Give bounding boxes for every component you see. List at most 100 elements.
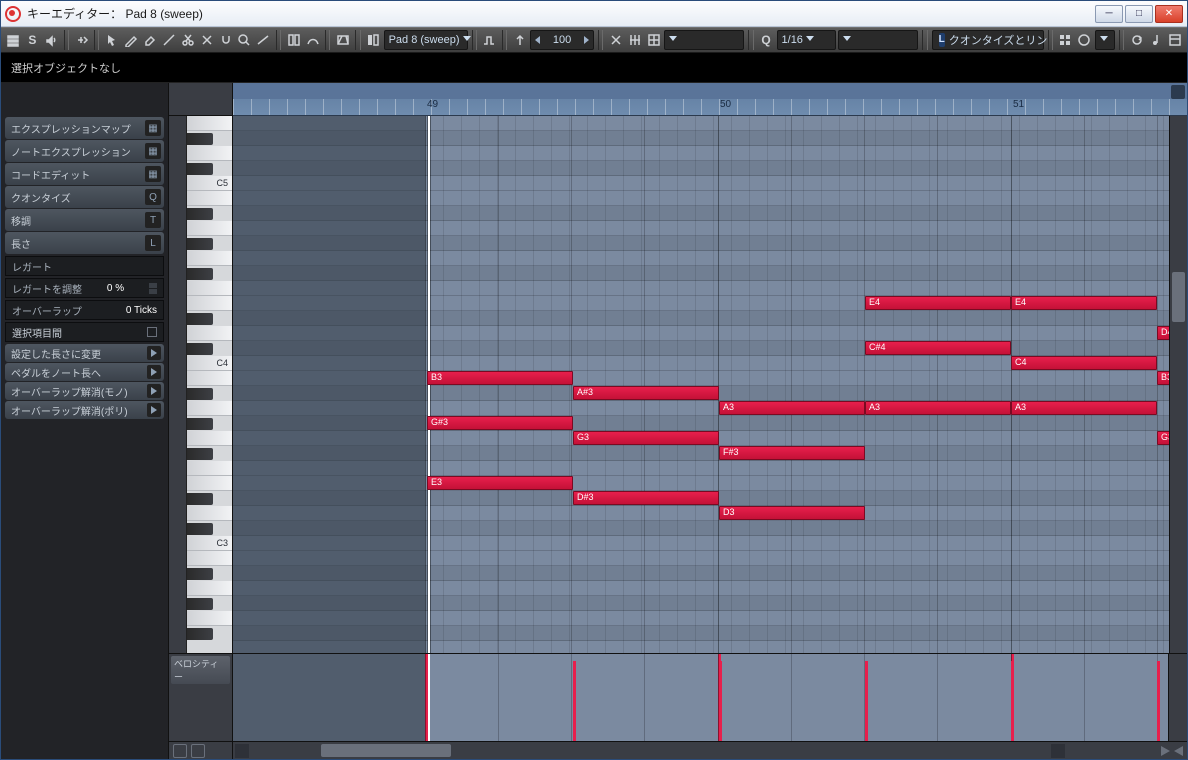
controller-lane-header[interactable]: ベロシティー — [169, 654, 233, 741]
velocity-lane[interactable] — [233, 654, 1169, 741]
midi-note[interactable]: D4 — [1157, 326, 1169, 340]
color-menu-icon[interactable] — [1076, 30, 1093, 50]
scrollbar-thumb[interactable] — [1172, 272, 1185, 322]
section-toggle-icon[interactable]: ▦ — [145, 120, 161, 136]
inspector-section[interactable]: エクスプレッションマップ▦ — [5, 117, 164, 139]
between-selected-dropdown[interactable]: 選択項目間 — [5, 322, 164, 342]
midi-note[interactable]: E4 — [865, 296, 1011, 310]
midi-note[interactable]: G#3 — [427, 416, 573, 430]
zoom-horizontal-icon[interactable] — [1161, 746, 1170, 756]
legato-adjust-row[interactable]: レガートを調整 0 % — [5, 278, 164, 298]
inspector-action[interactable]: オーバーラップ解消(モノ) — [5, 382, 164, 400]
midi-note[interactable]: B3 — [1157, 371, 1169, 385]
midi-note[interactable]: A3 — [865, 401, 1011, 415]
window-layout-icon[interactable] — [1166, 30, 1183, 50]
vertical-scrollbar[interactable] — [1169, 116, 1187, 653]
controller-lane-tools[interactable] — [1169, 654, 1187, 741]
midi-note[interactable]: B3 — [427, 371, 573, 385]
midi-note[interactable]: G3 — [1157, 431, 1169, 445]
event-colors-icon[interactable] — [1057, 30, 1074, 50]
current-part-field[interactable]: Pad 8 (sweep) — [384, 30, 468, 50]
trim-tool-icon[interactable] — [160, 30, 177, 50]
solo-icon[interactable]: S — [24, 30, 41, 50]
lane-presets-icon[interactable] — [191, 744, 205, 758]
note-grid[interactable]: B3G#3E3A#3G3D#3A3F#3D3E4C#4A3E4C4A3D4B3G… — [233, 116, 1169, 653]
inspector-section[interactable]: ノートエクスプレッション▦ — [5, 140, 164, 162]
inspector-section[interactable]: コードエディット▦ — [5, 163, 164, 185]
play-icon[interactable] — [147, 384, 161, 398]
inspector-section[interactable]: クオンタイズQ — [5, 186, 164, 208]
quantize-apply-icon[interactable]: Q — [758, 30, 775, 50]
titlebar[interactable]: キーエディター： Pad 8 (sweep) ─ □ ✕ — [1, 1, 1187, 27]
step-input-icon[interactable] — [481, 30, 498, 50]
maximize-button[interactable]: □ — [1125, 5, 1153, 23]
inspector-action[interactable]: オーバーラップ解消(ポリ) — [5, 401, 164, 419]
zoom-vertical-icon[interactable] — [1174, 746, 1183, 756]
scroll-left-icon[interactable] — [235, 744, 249, 758]
velocity-bar[interactable] — [1011, 661, 1014, 741]
close-button[interactable]: ✕ — [1155, 5, 1183, 23]
insert-velocity-field[interactable] — [530, 30, 594, 50]
split-tool-icon[interactable] — [179, 30, 196, 50]
section-toggle-icon[interactable]: ▦ — [145, 143, 161, 159]
midi-note[interactable]: F#3 — [719, 446, 865, 460]
mute-tool-icon[interactable] — [198, 30, 215, 50]
length-quantize-field[interactable]: L クオンタイズとリン — [932, 30, 1044, 50]
quantize-preset-field[interactable]: 1/16 — [777, 30, 837, 50]
erase-tool-icon[interactable] — [141, 30, 158, 50]
quantize-menu[interactable] — [838, 30, 918, 50]
play-icon[interactable] — [147, 403, 161, 417]
timewarp-icon[interactable] — [285, 30, 302, 50]
play-icon[interactable] — [147, 346, 161, 360]
inspector-section[interactable]: 移調T — [5, 209, 164, 231]
draw-tool-icon[interactable] — [122, 30, 139, 50]
autoscroll-icon[interactable] — [304, 30, 321, 50]
midi-note[interactable]: E3 — [427, 476, 573, 490]
midi-note[interactable]: C#4 — [865, 341, 1011, 355]
play-icon[interactable] — [147, 365, 161, 379]
velocity-bar[interactable] — [719, 661, 722, 741]
scrollbar-thumb[interactable] — [321, 744, 451, 757]
insert-velocity-icon[interactable] — [511, 30, 528, 50]
scroll-right-icon[interactable] — [1051, 744, 1065, 758]
zoom-tool-icon[interactable] — [236, 30, 253, 50]
midi-note[interactable]: E4 — [1011, 296, 1157, 310]
value-decrease-icon[interactable] — [535, 36, 540, 44]
insert-mode-icon[interactable] — [73, 30, 90, 50]
loop-icon[interactable] — [1128, 30, 1145, 50]
color-picker[interactable] — [1095, 30, 1115, 50]
horizontal-scrollbar[interactable] — [251, 742, 1049, 759]
midi-note[interactable]: C4 — [1011, 356, 1157, 370]
midi-note[interactable]: A3 — [1011, 401, 1157, 415]
velocity-bar[interactable] — [1157, 661, 1160, 741]
snap-toggle-icon[interactable] — [607, 30, 624, 50]
section-toggle-icon[interactable]: T — [145, 212, 161, 228]
section-toggle-icon[interactable]: Q — [145, 189, 161, 205]
section-toggle-icon[interactable]: L — [145, 235, 161, 251]
menu-icon[interactable] — [5, 30, 22, 50]
midi-note[interactable]: A3 — [719, 401, 865, 415]
snap-type-icon[interactable] — [626, 30, 643, 50]
section-toggle-icon[interactable]: ▦ — [145, 166, 161, 182]
inspector-section[interactable]: 長さL — [5, 232, 164, 254]
midi-note[interactable]: A#3 — [573, 386, 719, 400]
spinner-icon[interactable] — [149, 283, 157, 294]
insert-velocity-input[interactable] — [543, 34, 581, 46]
edit-active-part-icon[interactable] — [365, 30, 382, 50]
show-part-borders-icon[interactable] — [334, 30, 351, 50]
midi-note[interactable]: D#3 — [573, 491, 719, 505]
pointer-tool-icon[interactable] — [103, 30, 120, 50]
inspector-action[interactable]: ペダルをノート長へ — [5, 363, 164, 381]
add-lane-icon[interactable] — [173, 744, 187, 758]
piano-keyboard[interactable]: C5C4C3 — [169, 116, 233, 653]
acoustic-feedback-icon[interactable] — [43, 30, 60, 50]
minimize-button[interactable]: ─ — [1095, 5, 1123, 23]
velocity-bar[interactable] — [573, 661, 576, 741]
velocity-bar[interactable] — [865, 661, 868, 741]
snap-menu[interactable] — [664, 30, 744, 50]
line-tool-icon[interactable] — [255, 30, 272, 50]
timeline-ruler[interactable]: 495051 — [233, 83, 1187, 116]
midi-note[interactable]: G3 — [573, 431, 719, 445]
value-increase-icon[interactable] — [584, 36, 589, 44]
note-display-icon[interactable] — [1147, 30, 1164, 50]
